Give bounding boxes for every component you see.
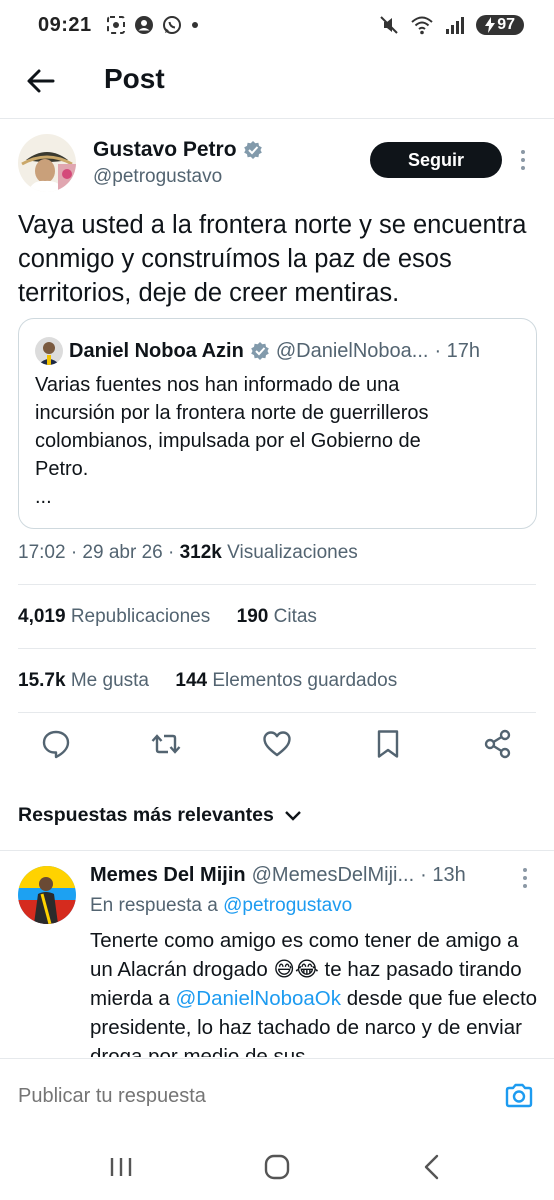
back-arrow-icon[interactable]	[24, 64, 58, 98]
reply-time: · 13h	[420, 864, 466, 886]
reply-avatar[interactable]	[18, 866, 76, 924]
views-label[interactable]: Visualizaciones	[227, 542, 358, 563]
likes-stat[interactable]: 15.7k Me gusta	[18, 670, 149, 691]
screenshot-icon	[106, 16, 125, 34]
likes-label: Me gusta	[70, 670, 149, 691]
reply-author-name[interactable]: Memes Del Mijin	[90, 864, 246, 887]
author-avatar[interactable]	[18, 134, 76, 192]
tweet-time: 17:02	[18, 542, 66, 563]
reply-text-container: Tenerte como amigo es como tener de amig…	[90, 926, 540, 1057]
tweet-text: Vaya usted a la frontera norte y se encu…	[18, 211, 527, 307]
chevron-down-icon	[284, 810, 301, 821]
quote-text-line: Petro.	[35, 458, 89, 480]
share-icon[interactable]	[482, 728, 514, 760]
likes-count: 15.7k	[18, 670, 66, 691]
quoted-tweet[interactable]: Daniel Noboa Azin @DanielNoboa... · 17h …	[18, 318, 537, 529]
stats-row-reposts: 4,019 Republicaciones 190 Citas	[18, 606, 317, 628]
reposts-label: Republicaciones	[70, 606, 211, 627]
header-divider	[0, 118, 554, 119]
recent-apps-icon[interactable]	[106, 1152, 136, 1182]
verified-badge-icon	[251, 342, 269, 360]
quote-text-line: Varias fuentes nos han informado de una	[35, 374, 400, 396]
reply-more-options-icon[interactable]	[520, 866, 530, 890]
quote-avatar	[35, 337, 63, 365]
status-system-icons: 97	[378, 14, 524, 36]
bookmarks-label: Elementos guardados	[212, 670, 398, 691]
quote-text-line: colombianos, impulsada por el Gobierno d…	[35, 430, 421, 452]
quote-text: Varias fuentes nos han informado de una …	[35, 371, 505, 511]
views-count: 312k	[179, 542, 222, 563]
stats-divider	[18, 648, 536, 649]
status-time: 09:21	[38, 13, 92, 36]
wifi-icon	[411, 16, 433, 35]
app-header: Post	[0, 50, 554, 116]
quote-text-line: ...	[35, 486, 52, 508]
quotes-stat[interactable]: 190 Citas	[237, 606, 317, 627]
quote-author-handle: @DanielNoboa...	[275, 339, 429, 362]
in-reply-to: En respuesta a @petrogustavo	[90, 895, 352, 917]
replies-sort-label: Respuestas más relevantes	[18, 804, 274, 826]
dot-icon	[191, 22, 198, 28]
page-title: Post	[104, 63, 165, 94]
camera-icon[interactable]	[504, 1081, 534, 1111]
quotes-label: Citas	[273, 606, 317, 627]
tweet-meta: 17:02 · 29 abr 26 · 312k Visualizaciones	[18, 542, 358, 564]
reposts-count: 4,019	[18, 606, 66, 627]
like-heart-icon[interactable]	[261, 728, 293, 760]
status-notification-icons	[106, 15, 200, 35]
mute-icon	[380, 16, 398, 34]
bookmark-icon[interactable]	[372, 728, 404, 760]
reposts-stat[interactable]: 4,019 Republicaciones	[18, 606, 210, 627]
whatsapp-icon	[162, 16, 181, 34]
system-nav-bar	[0, 1134, 554, 1200]
quote-author-name: Daniel Noboa Azin	[69, 339, 244, 362]
replies-divider	[0, 850, 554, 851]
tweet-date: · 29 abr 26 ·	[70, 542, 175, 563]
reply-input[interactable]	[18, 1085, 418, 1108]
in-reply-to-link[interactable]: @petrogustavo	[223, 895, 352, 916]
account-icon	[134, 16, 153, 34]
quotes-count: 190	[236, 606, 269, 627]
replies-sort-dropdown[interactable]: Respuestas más relevantes	[18, 804, 302, 827]
charging-icon	[485, 17, 496, 33]
action-bar	[0, 728, 554, 768]
author-name[interactable]: Gustavo Petro	[93, 138, 263, 162]
status-bar: 09:21 97	[0, 0, 554, 50]
meta-divider	[18, 584, 536, 585]
battery-indicator: 97	[476, 15, 524, 35]
emoji-sweat-laugh-icon: 😅😂	[273, 958, 319, 981]
reply-comment-icon[interactable]	[40, 728, 72, 760]
author-handle[interactable]: @petrogustavo	[93, 166, 222, 188]
quote-header: Daniel Noboa Azin @DanielNoboa... · 17h	[35, 337, 480, 365]
repost-icon[interactable]	[150, 728, 182, 760]
quote-time: · 17h	[434, 339, 481, 362]
signal-icon	[446, 17, 465, 34]
back-nav-icon[interactable]	[418, 1152, 448, 1182]
stats-row-likes: 15.7k Me gusta 144 Elementos guardados	[18, 670, 397, 692]
reply-text: Tenerte como amigo es como tener de amig…	[90, 926, 540, 1057]
stats-divider-2	[18, 712, 536, 713]
home-icon[interactable]	[262, 1152, 292, 1182]
reply-composer	[0, 1058, 554, 1134]
quote-text-line: incursión por la frontera norte de guerr…	[35, 402, 429, 424]
battery-level: 97	[497, 16, 515, 33]
mention-link[interactable]: @DanielNoboaOk	[175, 987, 341, 1010]
bookmarks-count: 144	[175, 670, 208, 691]
author-name-text: Gustavo Petro	[93, 138, 237, 161]
follow-button[interactable]: Seguir	[370, 142, 502, 178]
in-reply-to-prefix: En respuesta a	[90, 895, 218, 916]
more-options-icon[interactable]	[518, 148, 528, 172]
bookmarks-stat[interactable]: 144 Elementos guardados	[175, 670, 397, 691]
reply-author-handle[interactable]: @MemesDelMiji...	[252, 864, 415, 887]
verified-badge-icon	[243, 141, 262, 159]
reply-author-header: Memes Del Mijin @MemesDelMiji... · 13h	[90, 864, 466, 887]
